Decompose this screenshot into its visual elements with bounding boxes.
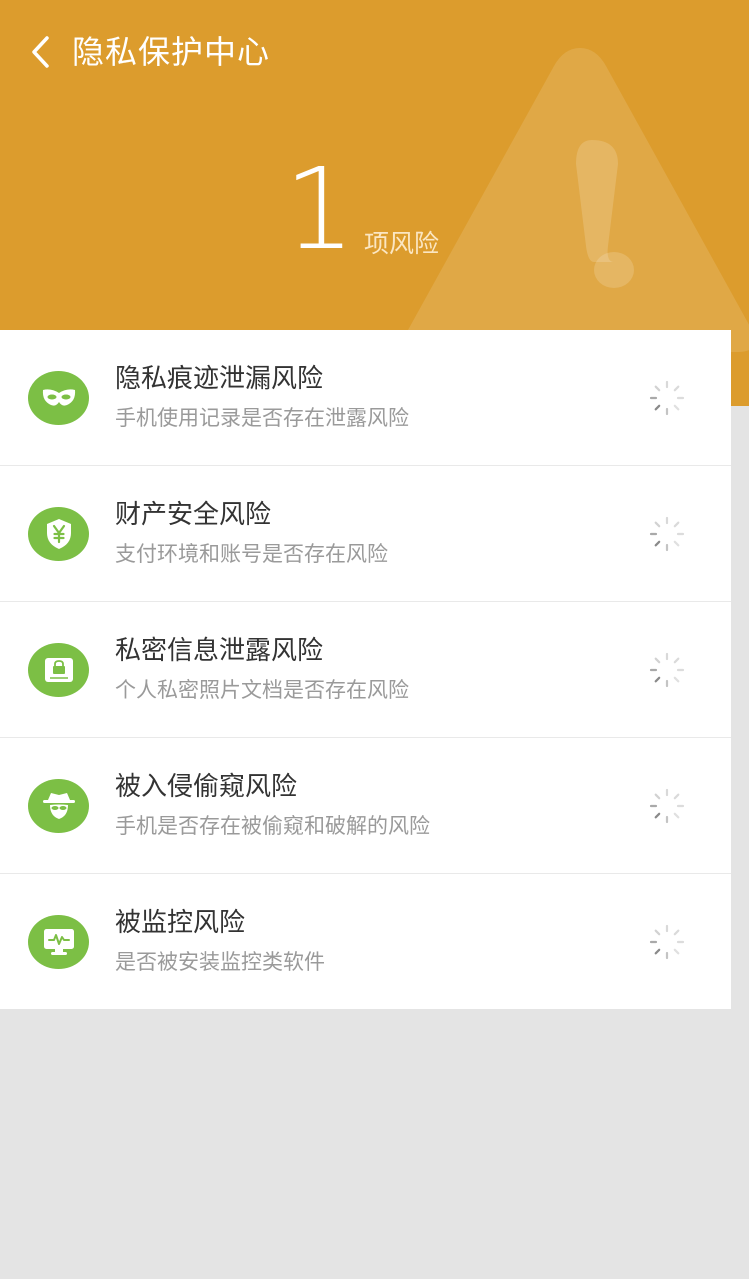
yen-shield-icon bbox=[28, 507, 89, 561]
risk-item-intrusion[interactable]: 被入侵偷窥风险 手机是否存在被偷窥和破解的风险 bbox=[0, 738, 731, 874]
loading-spinner-icon bbox=[649, 380, 685, 416]
loading-spinner-icon bbox=[649, 924, 685, 960]
risk-item-desc: 个人私密照片文档是否存在风险 bbox=[115, 678, 409, 702]
risk-item-title: 隐私痕迹泄漏风险 bbox=[115, 364, 324, 394]
risk-item-desc: 是否被安装监控类软件 bbox=[115, 950, 325, 974]
chevron-left-icon bbox=[32, 36, 49, 68]
monitor-icon bbox=[28, 915, 89, 969]
risk-item-title: 被监控风险 bbox=[115, 908, 246, 938]
loading-spinner-icon bbox=[649, 652, 685, 688]
page-title: 隐私保护中心 bbox=[72, 33, 271, 71]
mask-icon bbox=[28, 371, 89, 425]
risk-item-monitoring[interactable]: 被监控风险 是否被安装监控类软件 bbox=[0, 874, 731, 1009]
back-button[interactable] bbox=[22, 30, 58, 74]
risk-item-title: 私密信息泄露风险 bbox=[115, 636, 324, 666]
risk-item-title: 被入侵偷窥风险 bbox=[115, 772, 298, 802]
risk-list: 隐私痕迹泄漏风险 手机使用记录是否存在泄露风险 财产安全风险 支付环境和账号是否… bbox=[0, 330, 731, 1009]
risk-item-desc: 支付环境和账号是否存在风险 bbox=[115, 542, 388, 566]
warning-triangle-icon bbox=[405, 48, 749, 352]
spy-icon bbox=[28, 779, 89, 833]
risk-count-unit: 项风险 bbox=[364, 229, 440, 258]
risk-item-desc: 手机是否存在被偷窥和破解的风险 bbox=[115, 814, 430, 838]
lock-document-icon bbox=[28, 643, 89, 697]
risk-item-property-safety[interactable]: 财产安全风险 支付环境和账号是否存在风险 bbox=[0, 466, 731, 602]
risk-item-private-info[interactable]: 私密信息泄露风险 个人私密照片文档是否存在风险 bbox=[0, 602, 731, 738]
risk-count: 1 bbox=[284, 145, 356, 275]
risk-item-title: 财产安全风险 bbox=[115, 500, 272, 530]
risk-item-privacy-trace[interactable]: 隐私痕迹泄漏风险 手机使用记录是否存在泄露风险 bbox=[0, 330, 731, 466]
loading-spinner-icon bbox=[649, 516, 685, 552]
loading-spinner-icon bbox=[649, 788, 685, 824]
risk-item-desc: 手机使用记录是否存在泄露风险 bbox=[115, 406, 409, 430]
